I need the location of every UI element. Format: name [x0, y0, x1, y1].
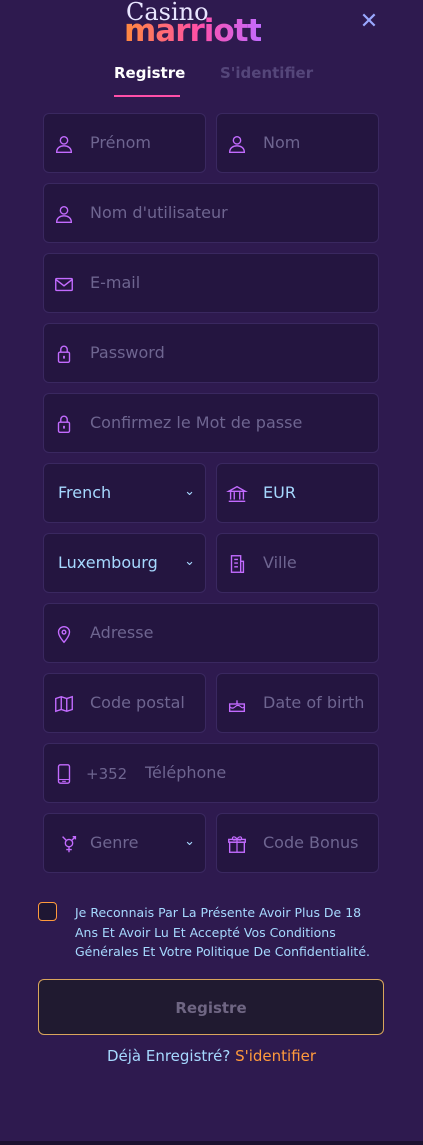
- last-name-field[interactable]: Nom: [216, 113, 379, 173]
- logo-line2: marriott: [124, 13, 262, 49]
- city-field[interactable]: Ville: [216, 533, 379, 593]
- map-icon: [55, 695, 73, 713]
- email-placeholder: E-mail: [90, 273, 141, 292]
- gender-placeholder: Genre: [90, 833, 139, 852]
- first-name-placeholder: Prénom: [90, 133, 151, 152]
- chevron-down-icon: ⌄: [184, 554, 195, 569]
- tab-underline: [114, 95, 180, 97]
- user-icon: [55, 205, 73, 223]
- user-icon: [228, 135, 246, 153]
- mobile-phone-icon: [57, 764, 71, 784]
- tab-login[interactable]: S'identifier: [220, 64, 313, 82]
- bank-icon: [226, 485, 248, 503]
- phone-placeholder: Téléphone: [145, 763, 227, 782]
- language-value: French: [58, 483, 112, 502]
- chevron-down-icon: ⌄: [184, 834, 195, 849]
- login-prompt: Déjà Enregistré? S'identifier: [0, 1047, 423, 1065]
- chevron-down-icon: ⌄: [184, 484, 195, 499]
- terms-text: Je Reconnais Par La Présente Avoir Plus …: [75, 905, 371, 959]
- close-icon[interactable]: ✕: [356, 9, 382, 35]
- username-field[interactable]: Nom d'utilisateur: [43, 183, 379, 243]
- mail-icon: [55, 277, 73, 292]
- country-value: Luxembourg: [58, 553, 158, 572]
- password-field[interactable]: Password: [43, 323, 379, 383]
- confirm-password-field[interactable]: Confirmez le Mot de passe: [43, 393, 379, 453]
- email-field[interactable]: E-mail: [43, 253, 379, 313]
- postal-code-placeholder: Code postal: [90, 693, 185, 712]
- cake-icon: [228, 700, 246, 713]
- user-icon: [55, 135, 73, 153]
- bonus-code-field[interactable]: Code Bonus: [216, 813, 379, 873]
- register-button[interactable]: Registre: [38, 979, 384, 1035]
- username-placeholder: Nom d'utilisateur: [90, 203, 228, 222]
- confirm-password-placeholder: Confirmez le Mot de passe: [90, 413, 303, 432]
- last-name-placeholder: Nom: [263, 133, 301, 152]
- tab-register[interactable]: Registre: [114, 64, 185, 82]
- gender-icon: [62, 835, 77, 853]
- gender-select[interactable]: Genre ⌄: [43, 813, 206, 873]
- phone-field[interactable]: +352 Téléphone: [43, 743, 379, 803]
- casino-logo: Casino marriott: [124, 0, 294, 52]
- currency-value: EUR: [263, 483, 296, 502]
- bonus-code-placeholder: Code Bonus: [263, 833, 359, 852]
- password-placeholder: Password: [90, 343, 165, 362]
- country-select[interactable]: Luxembourg ⌄: [43, 533, 206, 593]
- phone-prefix: +352: [86, 765, 128, 783]
- building-icon: [230, 555, 245, 573]
- location-pin-icon: [57, 626, 71, 644]
- address-field[interactable]: Adresse: [43, 603, 379, 663]
- login-link[interactable]: S'identifier: [235, 1047, 316, 1065]
- lock-icon: [57, 415, 71, 433]
- currency-field[interactable]: EUR: [216, 463, 379, 523]
- city-placeholder: Ville: [263, 553, 297, 572]
- gift-icon: [228, 836, 246, 853]
- first-name-field[interactable]: Prénom: [43, 113, 206, 173]
- address-placeholder: Adresse: [90, 623, 154, 642]
- postal-code-field[interactable]: Code postal: [43, 673, 206, 733]
- bottom-divider: [0, 1141, 423, 1145]
- login-question: Déjà Enregistré?: [106, 1047, 231, 1065]
- terms-checkbox[interactable]: [38, 902, 57, 921]
- dob-field[interactable]: Date of birth: [216, 673, 379, 733]
- lock-icon: [57, 345, 71, 363]
- language-select[interactable]: French ⌄: [43, 463, 206, 523]
- dob-placeholder: Date of birth: [263, 693, 365, 712]
